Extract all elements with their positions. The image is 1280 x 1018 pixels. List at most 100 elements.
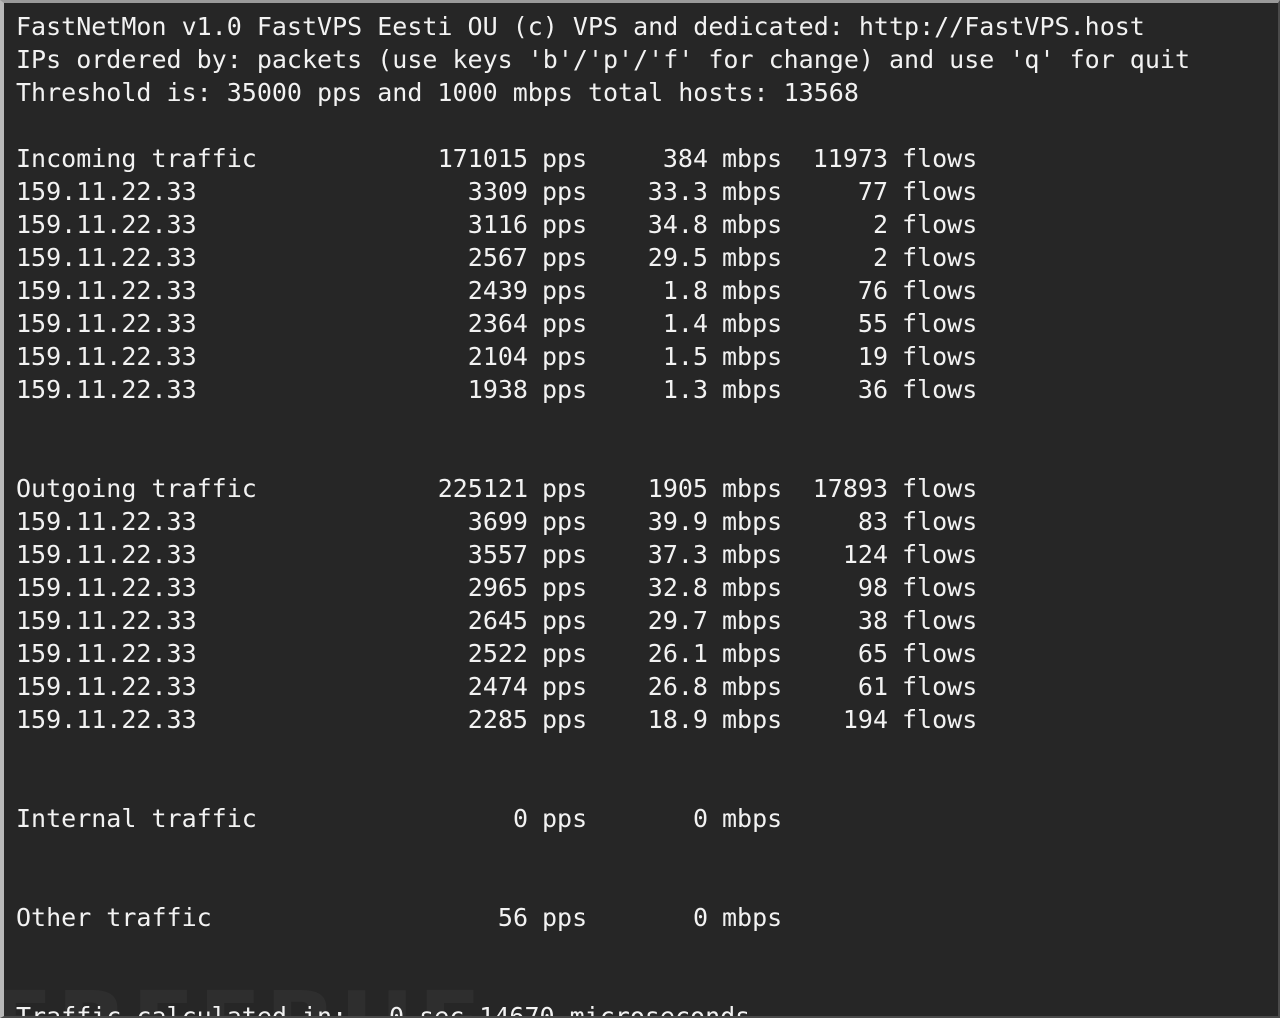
host-mbps-value: 29.5 [590, 241, 708, 274]
host-mbps-value: 26.1 [590, 637, 708, 670]
spacer [16, 109, 1278, 142]
flows-unit: flows [888, 604, 978, 637]
host-mbps-value: 29.7 [590, 604, 708, 637]
pps-unit: pps [528, 340, 590, 373]
spacer [16, 835, 1278, 868]
pps-unit: pps [528, 472, 590, 505]
host-mbps-value: 33.3 [590, 175, 708, 208]
host-mbps-value: 32.8 [590, 571, 708, 604]
flows-unit: flows [888, 241, 978, 274]
host-ip: 159.11.22.33 [16, 604, 394, 637]
pps-unit: pps [528, 373, 590, 406]
host-flows-value: 36 [790, 373, 888, 406]
internal-pps-value: 0 [394, 802, 528, 835]
table-row: 159.11.22.33 3557 pps 37.3 mbps 124 flow… [16, 538, 1278, 571]
pps-unit: pps [528, 604, 590, 637]
spacer [16, 736, 1278, 769]
mbps-unit: mbps [708, 505, 790, 538]
outgoing-pps-value: 225121 [394, 472, 528, 505]
flows-unit: flows [888, 307, 978, 340]
table-row: 159.11.22.33 2285 pps 18.9 mbps 194 flow… [16, 703, 1278, 736]
host-pps-value: 1938 [394, 373, 528, 406]
incoming-pps-value: 171015 [394, 142, 528, 175]
flows-unit: flows [888, 373, 978, 406]
pps-unit: pps [528, 571, 590, 604]
host-flows-value: 83 [790, 505, 888, 538]
flows-unit: flows [888, 274, 978, 307]
host-flows-value: 76 [790, 274, 888, 307]
pps-unit: pps [528, 241, 590, 274]
pps-unit: pps [528, 901, 590, 934]
host-pps-value: 2567 [394, 241, 528, 274]
host-ip: 159.11.22.33 [16, 703, 394, 736]
mbps-unit: mbps [708, 340, 790, 373]
flows-unit: flows [888, 538, 978, 571]
host-pps-value: 2285 [394, 703, 528, 736]
flows-unit: flows [888, 208, 978, 241]
host-flows-value: 98 [790, 571, 888, 604]
host-mbps-value: 34.8 [590, 208, 708, 241]
host-ip: 159.11.22.33 [16, 373, 394, 406]
host-pps-value: 2645 [394, 604, 528, 637]
table-row: 159.11.22.33 2364 pps 1.4 mbps 55 flows [16, 307, 1278, 340]
pps-unit: pps [528, 538, 590, 571]
host-ip: 159.11.22.33 [16, 538, 394, 571]
stat-row-traffic-calculated: Traffic calculated in: 0 sec 14670 micro… [16, 1000, 1278, 1018]
host-pps-value: 3116 [394, 208, 528, 241]
table-row: 159.11.22.33 2104 pps 1.5 mbps 19 flows [16, 340, 1278, 373]
mbps-unit: mbps [708, 802, 790, 835]
host-pps-value: 2364 [394, 307, 528, 340]
host-ip: 159.11.22.33 [16, 307, 394, 340]
flows-unit: flows [888, 571, 978, 604]
threshold-line: Threshold is: 35000 pps and 1000 mbps to… [16, 76, 1278, 109]
host-mbps-value: 37.3 [590, 538, 708, 571]
flows-unit: flows [888, 670, 978, 703]
pps-unit: pps [528, 802, 590, 835]
mbps-unit: mbps [708, 208, 790, 241]
app-title-line: FastNetMon v1.0 FastVPS Eesti OU (c) VPS… [16, 10, 1278, 43]
host-ip: 159.11.22.33 [16, 340, 394, 373]
host-flows-value: 38 [790, 604, 888, 637]
spacer [16, 439, 1278, 472]
host-ip: 159.11.22.33 [16, 505, 394, 538]
internal-label: Internal traffic [16, 802, 394, 835]
host-ip: 159.11.22.33 [16, 637, 394, 670]
flows-unit: flows [888, 505, 978, 538]
table-row: 159.11.22.33 2645 pps 29.7 mbps 38 flows [16, 604, 1278, 637]
host-ip: 159.11.22.33 [16, 208, 394, 241]
outgoing-mbps-value: 1905 [590, 472, 708, 505]
outgoing-label: Outgoing traffic [16, 472, 394, 505]
pps-unit: pps [528, 175, 590, 208]
host-ip: 159.11.22.33 [16, 670, 394, 703]
host-flows-value: 19 [790, 340, 888, 373]
host-pps-value: 2439 [394, 274, 528, 307]
host-mbps-value: 18.9 [590, 703, 708, 736]
host-flows-value: 2 [790, 241, 888, 274]
other-pps-value: 56 [394, 901, 528, 934]
other-label: Other traffic [16, 901, 394, 934]
pps-unit: pps [528, 307, 590, 340]
pps-unit: pps [528, 505, 590, 538]
table-row: 159.11.22.33 3699 pps 39.9 mbps 83 flows [16, 505, 1278, 538]
host-ip: 159.11.22.33 [16, 175, 394, 208]
incoming-mbps-value: 384 [590, 142, 708, 175]
flows-unit: flows [888, 142, 978, 175]
mbps-unit: mbps [708, 670, 790, 703]
mbps-unit: mbps [708, 307, 790, 340]
outgoing-traffic-summary: Outgoing traffic 225121 pps 1905 mbps 17… [16, 472, 1278, 505]
pps-unit: pps [528, 637, 590, 670]
mbps-unit: mbps [708, 901, 790, 934]
mbps-unit: mbps [708, 571, 790, 604]
host-ip: 159.11.22.33 [16, 274, 394, 307]
spacer [16, 868, 1278, 901]
pps-unit: pps [528, 208, 590, 241]
table-row: 159.11.22.33 1938 pps 1.3 mbps 36 flows [16, 373, 1278, 406]
pps-unit: pps [528, 142, 590, 175]
host-pps-value: 2104 [394, 340, 528, 373]
mbps-unit: mbps [708, 373, 790, 406]
spacer [16, 934, 1278, 967]
host-mbps-value: 1.8 [590, 274, 708, 307]
host-flows-value: 2 [790, 208, 888, 241]
fastnetmon-terminal[interactable]: FREEBUF FastNetMon v1.0 FastVPS Eesti OU… [0, 0, 1280, 1018]
internal-traffic-summary: Internal traffic 0 pps 0 mbps [16, 802, 1278, 835]
